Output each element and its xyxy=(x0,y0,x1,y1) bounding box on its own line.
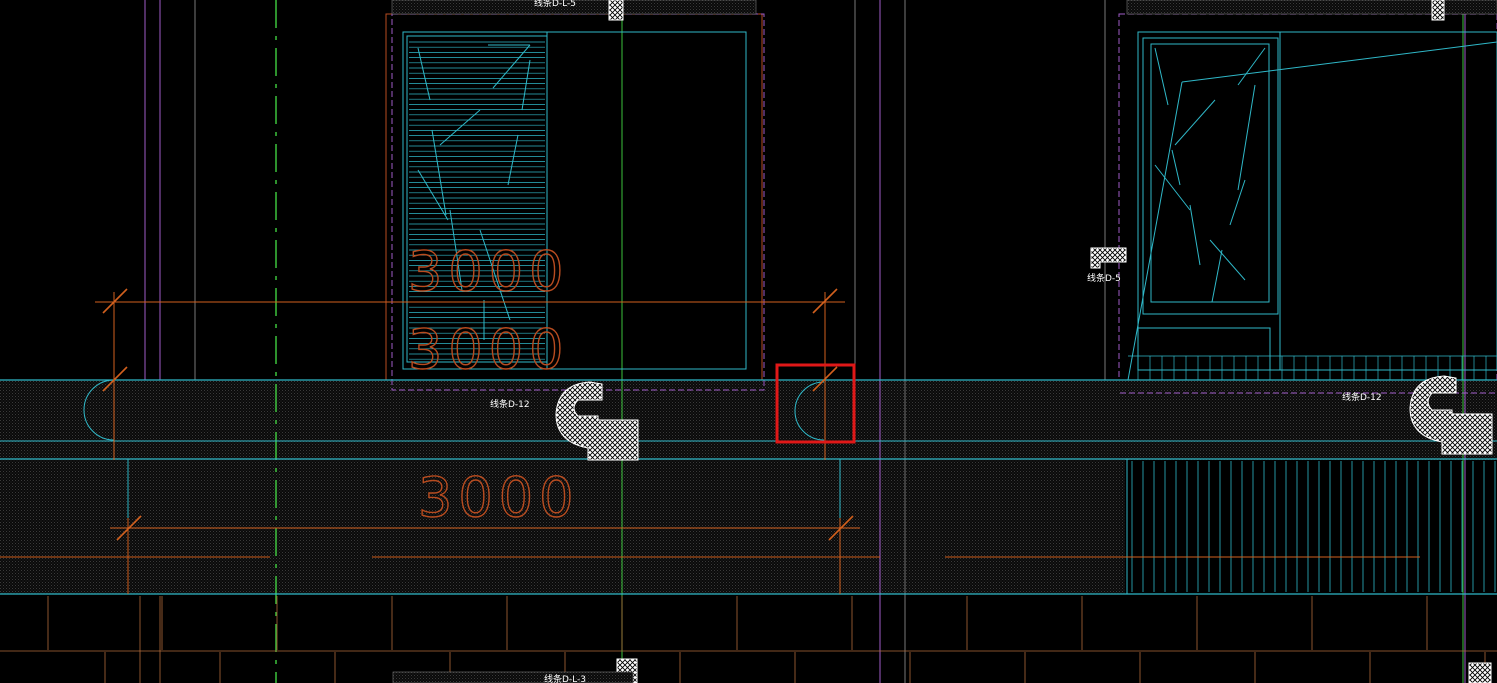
railing-bars xyxy=(1131,461,1496,592)
dimension-text-upper-1: 3000 xyxy=(408,240,569,303)
tag-label-bar-left: 线条D-12 xyxy=(490,398,530,410)
tag-label-bottom: 线条D-L-3 xyxy=(544,673,586,683)
section-marker-bottom-right xyxy=(1468,662,1492,683)
section-marker-top-left xyxy=(608,0,624,21)
section-marker-side xyxy=(1090,247,1127,269)
glass-reflection-lines-right xyxy=(1154,47,1266,303)
tag-label-side: 线条D-5 xyxy=(1087,272,1121,284)
window-right[interactable] xyxy=(1118,0,1497,381)
hatch-bands xyxy=(0,380,1497,594)
window-louvers xyxy=(409,41,545,360)
brick-pattern xyxy=(0,596,1497,683)
tag-label-bar-right: 线条D-12 xyxy=(1342,391,1382,403)
cad-drawing-canvas[interactable]: 3000 3000 3000 线条D-L-5 线条D-12 线条D-12 线条D… xyxy=(0,0,1497,683)
dimension-text-lower: 3000 xyxy=(418,466,579,529)
bottom-label-bar xyxy=(392,671,634,683)
section-marker-top-right xyxy=(1431,0,1445,21)
dimension-text-upper-2: 3000 xyxy=(408,318,569,381)
tag-label-top: 线条D-L-5 xyxy=(534,0,576,9)
